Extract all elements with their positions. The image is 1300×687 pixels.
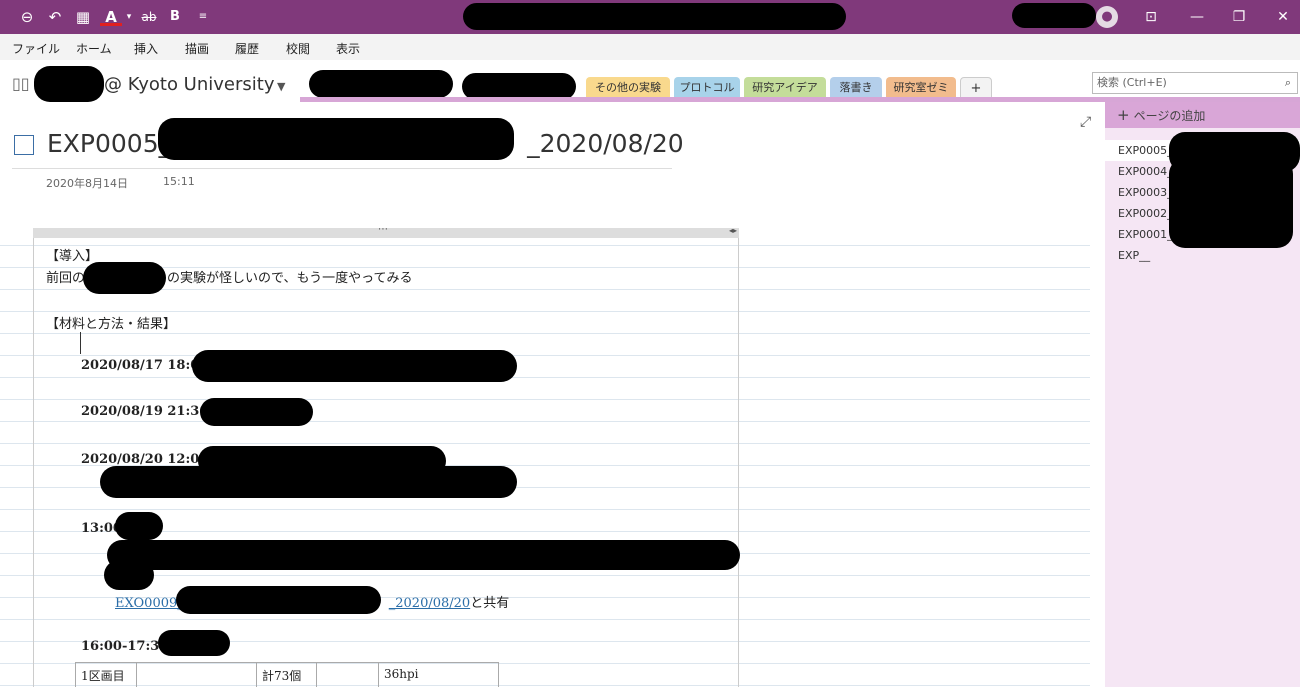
search-input[interactable]: 検索 (Ctrl+E) ⌕	[1092, 72, 1298, 94]
title-bar: ⊖ ↶ ▦ A ▾ ab B ≡ ● ⊡ — ❐ ✕	[0, 0, 1300, 34]
menu-review[interactable]: 校閲	[286, 40, 310, 57]
container-edge	[738, 228, 739, 687]
intro-prefix: 前回の	[46, 271, 86, 286]
redacted-entry-0819	[200, 398, 313, 426]
minimize-button[interactable]: —	[1174, 0, 1220, 34]
close-button[interactable]: ✕	[1260, 0, 1300, 34]
search-icon[interactable]: ⌕	[1285, 73, 1291, 93]
table-cell[interactable]: 36hpi	[378, 662, 499, 687]
restore-button[interactable]: ❐	[1216, 0, 1262, 34]
redacted-entry-1300-a	[115, 512, 163, 540]
redacted-intro-word	[83, 262, 166, 294]
entry-0819: 2020/08/19 21:30	[81, 404, 209, 419]
tab-other-experiments[interactable]: その他の実験	[586, 77, 670, 99]
menu-draw[interactable]: 描画	[185, 40, 209, 57]
redacted-link-title	[176, 586, 381, 614]
title-underline	[12, 168, 672, 169]
menu-file[interactable]: ファイル	[12, 40, 60, 57]
customize-toolbar-icon[interactable]: ≡	[192, 6, 214, 28]
table-cell[interactable]: 計73個	[256, 662, 317, 687]
redacted-notebook-owner	[34, 66, 104, 102]
table-cell[interactable]	[316, 662, 379, 687]
menu-insert[interactable]: 挿入	[134, 40, 158, 57]
text-cursor	[80, 332, 81, 354]
notebook-icon[interactable]: ▯▯	[12, 74, 30, 93]
methods-heading: 【材料と方法・結果】	[46, 317, 177, 332]
redacted-entry-1300-b	[107, 540, 740, 570]
strikethrough-button[interactable]: ab	[138, 6, 160, 28]
notebook-dropdown-icon[interactable]: ▼	[277, 80, 285, 93]
note-container-handle[interactable]: ⋯ ◂▸	[33, 224, 739, 238]
section-bar: ▯▯ @ Kyoto University ▼ その他の実験 プロトコル 研究ア…	[0, 60, 1300, 102]
page-title-suffix: _2020/08/20	[527, 129, 684, 158]
tab-research-ideas[interactable]: 研究アイデア	[744, 77, 826, 99]
redacted-section-tab-2[interactable]	[462, 73, 576, 100]
page-time: 15:11	[163, 175, 195, 188]
page-date: 2020年8月14日	[46, 177, 128, 190]
intro-suffix: の実験が怪しいので、もう一度やってみる	[167, 271, 413, 286]
entry-1600: 16:00-17:30	[81, 639, 169, 654]
chevron-down-icon[interactable]: ▾	[118, 6, 140, 28]
link-tail: と共有	[470, 596, 510, 611]
table-cell[interactable]: 1区画目	[75, 662, 137, 687]
avatar-icon[interactable]: ●	[1096, 6, 1118, 28]
redacted-entry-0817	[192, 350, 517, 382]
page-item[interactable]: EXP__	[1105, 245, 1300, 266]
calendar-icon[interactable]: ▦	[72, 6, 94, 28]
menu-history[interactable]: 履歴	[235, 40, 259, 57]
redacted-window-title	[463, 3, 846, 30]
pages-pane: + ページの追加 EXP0005_ EXP0004_ EXP0003_ EXP00…	[1105, 102, 1300, 687]
title-checkbox-icon	[14, 135, 34, 155]
redacted-entry-1300-c	[104, 560, 154, 590]
back-circle-icon[interactable]: ⊖	[16, 6, 38, 28]
tab-protocol[interactable]: プロトコル	[674, 77, 740, 99]
page-canvas[interactable]: EXP0005_ _2020/08/20 2020年8月14日 15:11 ⤢ ⋯…	[0, 102, 1105, 687]
plus-icon: +	[1117, 106, 1130, 124]
tab-lab-seminar[interactable]: 研究室ゼミ	[886, 77, 956, 99]
ribbon-display-icon[interactable]: ⊡	[1128, 0, 1174, 34]
notebook-name[interactable]: @ Kyoto University	[104, 74, 274, 95]
entry-0820: 2020/08/20 12:00	[81, 452, 209, 467]
expand-icon[interactable]: ⤢	[1080, 114, 1091, 130]
redacted-section-tab-1[interactable]	[309, 70, 453, 98]
container-resize-icon[interactable]: ◂▸	[729, 226, 737, 235]
menu-home[interactable]: ホーム	[76, 40, 112, 57]
menu-view[interactable]: 表示	[336, 40, 360, 57]
redacted-title-part	[158, 118, 514, 160]
add-page-button[interactable]: + ページの追加	[1105, 102, 1300, 128]
redacted-page-titles	[1169, 158, 1293, 248]
page-title-prefix: EXP0005_	[47, 129, 172, 158]
link-prefix: EXO0009_	[115, 596, 184, 611]
table-cell[interactable]	[136, 662, 257, 687]
undo-icon[interactable]: ↶	[44, 6, 66, 28]
add-section-button[interactable]: +	[960, 77, 992, 99]
redacted-entry-0820-b	[100, 466, 517, 498]
search-placeholder: 検索 (Ctrl+E)	[1097, 76, 1167, 89]
link-suffix: _2020/08/20	[388, 596, 471, 611]
container-edge	[33, 228, 34, 687]
results-table[interactable]: 1区画目 計73個 36hpi	[75, 662, 499, 687]
table-row: 1区画目 計73個 36hpi	[75, 662, 499, 687]
entry-0817: 2020/08/17 18:00	[81, 358, 209, 373]
tab-doodles[interactable]: 落書き	[830, 77, 882, 99]
ribbon-tabs: ファイル ホーム 挿入 描画 履歴 校閲 表示	[0, 34, 1300, 60]
bold-button[interactable]: B	[164, 6, 186, 28]
redacted-entry-1600	[158, 630, 230, 656]
add-page-label: ページの追加	[1133, 109, 1206, 123]
intro-heading: 【導入】	[46, 249, 99, 264]
redacted-account-name	[1012, 3, 1096, 28]
container-grip-icon[interactable]: ⋯	[378, 224, 388, 235]
